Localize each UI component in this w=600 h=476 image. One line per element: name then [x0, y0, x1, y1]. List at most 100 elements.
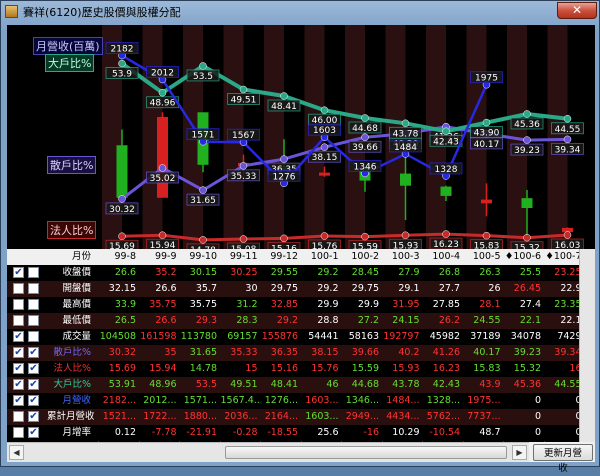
- data-label-inst: 15.76: [312, 242, 338, 249]
- table-cell: 27.2: [357, 315, 379, 326]
- show-checkbox[interactable]: [13, 427, 24, 438]
- table-cell: 26.5: [114, 315, 136, 326]
- month-header[interactable]: 99-12: [261, 249, 301, 265]
- chart-checkbox[interactable]: ✔: [28, 363, 39, 374]
- table-cell: 26.6: [114, 267, 136, 278]
- table-cell: 26.45: [513, 283, 541, 294]
- show-checkbox[interactable]: [13, 283, 24, 294]
- show-checkbox[interactable]: ✔: [13, 267, 24, 278]
- table-cell: 0: [534, 411, 541, 422]
- table-cell: 15.59: [351, 363, 379, 374]
- table-cell: 29.55: [270, 267, 298, 278]
- month-header[interactable]: 100-4: [423, 249, 463, 265]
- table-cell: 26: [488, 283, 501, 294]
- table-cell: 37189: [470, 331, 501, 342]
- table-cell: 1328...: [426, 395, 460, 406]
- chart-checkbox[interactable]: [28, 267, 39, 278]
- show-checkbox[interactable]: [13, 299, 24, 310]
- vertical-scrollbar[interactable]: [579, 249, 595, 442]
- chart-checkbox[interactable]: ✔: [28, 347, 39, 358]
- table-cell: 28.8: [317, 315, 339, 326]
- table-cell: 32.15: [108, 283, 136, 294]
- table-cell: 24.15: [392, 315, 420, 326]
- table-cell: 43.78: [392, 379, 420, 390]
- chart-checkbox[interactable]: [28, 315, 39, 326]
- scroll-thumb[interactable]: [225, 446, 507, 459]
- chart-checkbox[interactable]: ✔: [28, 427, 39, 438]
- table-row: 開盤價 32.15 26.6 35.7 30 29.75 29.2 29.75 29.1 27.7…: [7, 281, 595, 297]
- show-checkbox[interactable]: [13, 315, 24, 326]
- table-cell: 15: [245, 363, 258, 374]
- candle-body: [319, 172, 330, 176]
- chart-checkbox[interactable]: ✔: [28, 395, 39, 406]
- table-cell: 2012...: [143, 395, 177, 406]
- table-cell: 40.2: [398, 347, 420, 358]
- table-cell: 28.45: [351, 267, 379, 278]
- chart-canvas: 15.6915.9414.7815.0815.1615.7615.5915.93…: [102, 25, 584, 256]
- show-checkbox[interactable]: ✔: [13, 379, 24, 390]
- table-cell: -18.55: [267, 427, 298, 438]
- chart-checkbox[interactable]: ✔: [28, 411, 39, 422]
- table-cell: 1975...: [467, 395, 501, 406]
- table-cell: 35.7: [195, 283, 217, 294]
- month-header[interactable]: 100-3: [383, 249, 423, 265]
- month-header[interactable]: 100-2: [342, 249, 382, 265]
- table-cell: 35.75: [149, 299, 177, 310]
- table-cell: 28.1: [479, 299, 501, 310]
- show-checkbox[interactable]: ✔: [13, 395, 24, 406]
- table-cell: 46: [326, 379, 339, 390]
- series-point-big: [523, 110, 531, 118]
- table-cell: 16.23: [432, 363, 460, 374]
- show-checkbox[interactable]: ✔: [13, 363, 24, 374]
- month-header[interactable]: ♦100-6: [504, 249, 544, 265]
- chart-checkbox[interactable]: [28, 283, 39, 294]
- table-cell: 155876: [261, 331, 298, 342]
- data-label-inst: 15.69: [109, 242, 135, 249]
- table-cell: 1521...: [102, 411, 136, 422]
- app-window: 賽祥(6120)歷史股價與股權分配 ✕ 15.6915.9414.7815.08…: [0, 0, 600, 474]
- table-cell: 0.12: [114, 427, 136, 438]
- grid-header-row: 月份 99-8 99-9 99-10 99-11 99-12 100-1 100-2 100-3…: [7, 249, 595, 265]
- row-label: 大戶比%: [53, 379, 91, 390]
- month-header[interactable]: 99-11: [221, 249, 261, 265]
- horizontal-scrollbar[interactable]: ◀ ▶: [7, 442, 529, 462]
- month-header[interactable]: 99-8: [99, 249, 139, 265]
- scroll-right-button[interactable]: ▶: [512, 445, 527, 460]
- table-cell: 1276...: [264, 395, 298, 406]
- data-label-big: 49.51: [231, 95, 257, 105]
- chart-checkbox[interactable]: [28, 299, 39, 310]
- show-checkbox[interactable]: [13, 411, 24, 422]
- candle-body: [116, 145, 128, 198]
- month-header[interactable]: 100-5: [464, 249, 504, 265]
- month-header[interactable]: 99-9: [140, 249, 180, 265]
- series-point-retail: [320, 143, 329, 151]
- title-bar[interactable]: 賽祥(6120)歷史股價與股權分配 ✕: [1, 1, 599, 23]
- table-cell: 7737...: [467, 411, 501, 422]
- close-button[interactable]: ✕: [557, 2, 597, 19]
- table-cell: 2949...: [345, 411, 379, 422]
- table-cell: 53.91: [108, 379, 136, 390]
- client-area: 15.6915.9414.7815.0815.1615.7615.5915.93…: [7, 25, 595, 474]
- scroll-left-button[interactable]: ◀: [9, 445, 24, 460]
- show-checkbox[interactable]: ✔: [13, 331, 24, 342]
- row-label: 月營收: [62, 395, 91, 406]
- candle-body: [481, 199, 492, 204]
- table-cell: 48.41: [270, 379, 298, 390]
- table-cell: 0: [534, 427, 541, 438]
- stock-chart: 15.6915.9414.7815.0815.1615.7615.5915.93…: [7, 25, 595, 256]
- table-cell: 0: [534, 395, 541, 406]
- table-cell: 69157: [227, 331, 258, 342]
- month-header[interactable]: 99-10: [180, 249, 220, 265]
- table-cell: 26.2: [438, 315, 460, 326]
- data-label-inst: 16.03: [555, 241, 581, 249]
- column-band: [547, 25, 568, 249]
- month-header[interactable]: 100-1: [302, 249, 342, 265]
- chart-checkbox[interactable]: ✔: [28, 379, 39, 390]
- data-grid[interactable]: 月份 99-8 99-9 99-10 99-11 99-12 100-1 100-2 100-3…: [7, 249, 595, 442]
- series-point-inst: [563, 231, 572, 239]
- update-revenue-button[interactable]: 更新月營收: [533, 444, 593, 474]
- table-cell: 15.83: [473, 363, 501, 374]
- show-checkbox[interactable]: ✔: [13, 347, 24, 358]
- table-row: ✔ 成交量 104508 161598 113780 69157 155876 54441 58…: [7, 329, 595, 345]
- chart-checkbox[interactable]: [28, 331, 39, 342]
